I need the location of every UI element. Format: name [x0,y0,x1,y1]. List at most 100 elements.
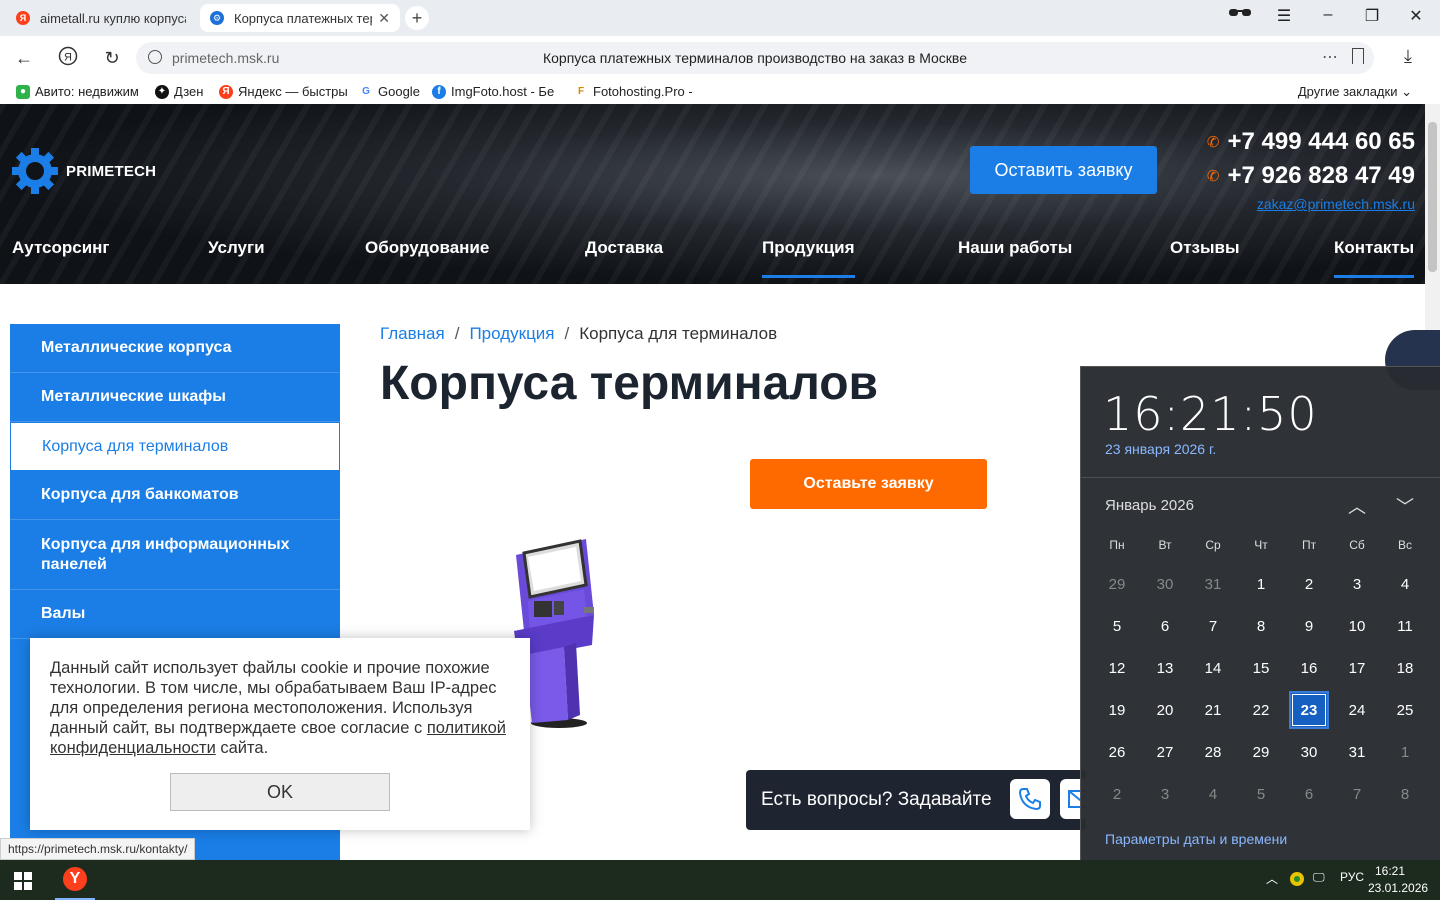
calendar-day[interactable]: 13 [1141,647,1189,689]
email-link[interactable]: zakaz@primetech.msk.ru [1257,196,1415,212]
tab-aimetall[interactable]: Я aimetall.ru куплю корпуса [6,4,196,32]
menu-icon[interactable]: ☰ [1272,6,1296,26]
calendar-day[interactable]: 17 [1333,647,1381,689]
phone-2[interactable]: ✆ +7 926 828 47 49 [1207,162,1415,190]
calendar-day[interactable]: 1 [1237,563,1285,605]
phone-1[interactable]: ✆ +7 499 444 60 65 [1207,128,1415,156]
calendar-month[interactable]: Январь 2026 [1105,497,1194,514]
calendar-day[interactable]: 2 [1093,773,1141,815]
bookmark-dzen[interactable]: ✦ Дзен [155,84,203,99]
bookmark-avito[interactable]: ● Авито: недвижим [16,84,139,99]
new-tab-button[interactable]: + [405,6,429,30]
close-window-icon[interactable]: ✕ [1404,6,1428,26]
tray-chevron-up-icon[interactable]: ︿ [1266,870,1278,887]
breadcrumb-products[interactable]: Продукция [469,324,554,343]
calendar-day[interactable]: 25 [1381,689,1429,731]
calendar-day[interactable]: 3 [1141,773,1189,815]
calendar-day[interactable]: 24 [1333,689,1381,731]
leave-request-button[interactable]: Оставить заявку [970,146,1157,194]
sidebar-item-terminal-cases[interactable]: Корпуса для терминалов [10,422,340,471]
calendar-day[interactable]: 7 [1333,773,1381,815]
calendar-day[interactable]: 18 [1381,647,1429,689]
calendar-day[interactable]: 28 [1189,731,1237,773]
language-indicator[interactable]: РУС [1340,870,1364,884]
calendar-day-today[interactable]: 23 [1289,691,1329,729]
reload-icon[interactable]: ↻ [100,46,124,70]
nav-contacts[interactable]: Контакты [1334,238,1415,278]
download-icon[interactable]: ⤓ [1404,46,1412,67]
more-icon[interactable]: ⋯ [1322,47,1338,67]
back-icon[interactable]: ← [12,46,36,70]
nav-services[interactable]: Услуги [208,238,265,278]
bookmark-google[interactable]: G Google [359,84,420,99]
bookmark-icon[interactable] [1352,48,1364,64]
calendar-day[interactable]: 7 [1189,605,1237,647]
calendar-day[interactable]: 15 [1237,647,1285,689]
calendar-day[interactable]: 2 [1285,563,1333,605]
calendar-day[interactable]: 16 [1285,647,1333,689]
calendar-day[interactable]: 8 [1381,773,1429,815]
nav-reviews[interactable]: Отзывы [1170,238,1240,278]
incognito-glasses-icon[interactable] [1228,6,1252,25]
calendar-day[interactable]: 8 [1237,605,1285,647]
calendar-day[interactable]: 5 [1093,605,1141,647]
chevron-up-icon[interactable]: ︿ [1345,493,1369,519]
site-logo[interactable]: PRIMETECH [10,146,156,196]
calendar-day[interactable]: 20 [1141,689,1189,731]
nav-portfolio[interactable]: Наши работы [958,238,1072,278]
chevron-down-icon[interactable]: ﹀ [1393,493,1417,519]
calendar-day[interactable]: 26 [1093,731,1141,773]
calendar-day[interactable]: 29 [1093,563,1141,605]
tray-app-icon[interactable] [1289,871,1305,890]
taskbar-clock[interactable]: 16:21 23.01.2026 [1368,863,1428,897]
nav-outsourcing[interactable]: Аутсорсинг [12,238,110,278]
phone-call-icon[interactable] [1010,779,1050,819]
calendar-day[interactable]: 3 [1333,563,1381,605]
calendar-day[interactable]: 19 [1093,689,1141,731]
sidebar-item-shafts[interactable]: Валы [10,590,340,639]
calendar-day[interactable]: 31 [1189,563,1237,605]
calendar-day[interactable]: 9 [1285,605,1333,647]
calendar-day[interactable]: 30 [1141,563,1189,605]
calendar-day[interactable]: 29 [1237,731,1285,773]
network-icon[interactable]: 🖵 [1313,870,1325,885]
close-tab-icon[interactable]: ✕ [378,10,390,27]
yandex-home-icon[interactable]: Я [56,46,80,70]
clock-date[interactable]: 23 января 2026 г. [1105,441,1216,457]
calendar-day[interactable]: 12 [1093,647,1141,689]
taskbar-yandex-browser[interactable]: Y [55,860,95,900]
nav-equipment[interactable]: Оборудование [365,238,489,278]
calendar-day[interactable]: 11 [1381,605,1429,647]
calendar-day[interactable]: 4 [1381,563,1429,605]
sidebar-item-atm-cases[interactable]: Корпуса для банкоматов [10,471,340,520]
calendar-day[interactable]: 6 [1141,605,1189,647]
breadcrumb-home[interactable]: Главная [380,324,445,343]
sidebar-item-metal-cases[interactable]: Металлические корпуса [10,324,340,373]
sidebar-item-metal-cabinets[interactable]: Металлические шкафы [10,373,340,422]
site-info-icon[interactable] [148,50,162,64]
order-button[interactable]: Оставьте заявку [750,459,987,509]
bookmark-yandex[interactable]: Я Яндекс — быстры [219,84,348,99]
calendar-day[interactable]: 14 [1189,647,1237,689]
calendar-day[interactable]: 10 [1333,605,1381,647]
date-time-settings-link[interactable]: Параметры даты и времени [1105,831,1287,847]
bookmark-fotohosting[interactable]: F Fotohosting.Pro - [574,84,693,99]
calendar-day[interactable]: 31 [1333,731,1381,773]
sidebar-item-info-panels[interactable]: Корпуса для информационных панелей [10,520,340,590]
calendar-day[interactable]: 5 [1237,773,1285,815]
windows-start-icon[interactable] [14,872,32,890]
url-field[interactable]: primetech.msk.ru Корпуса платежных терми… [136,42,1374,74]
bookmark-imgfoto[interactable]: f ImgFoto.host - Бе [432,84,554,99]
cookie-ok-button[interactable]: OK [170,773,390,811]
tab-primetech[interactable]: ⚙ Корпуса платежных терминалов ✕ [200,4,400,32]
calendar-day[interactable]: 6 [1285,773,1333,815]
nav-products[interactable]: Продукция [762,238,855,278]
calendar-day[interactable]: 22 [1237,689,1285,731]
calendar-day[interactable]: 27 [1141,731,1189,773]
restore-icon[interactable]: ❐ [1360,6,1384,26]
calendar-day[interactable]: 4 [1189,773,1237,815]
minimize-icon[interactable]: – [1316,6,1340,24]
calendar-day[interactable]: 1 [1381,731,1429,773]
calendar-day[interactable]: 30 [1285,731,1333,773]
other-bookmarks[interactable]: Другие закладки ⌄ [1298,84,1412,100]
